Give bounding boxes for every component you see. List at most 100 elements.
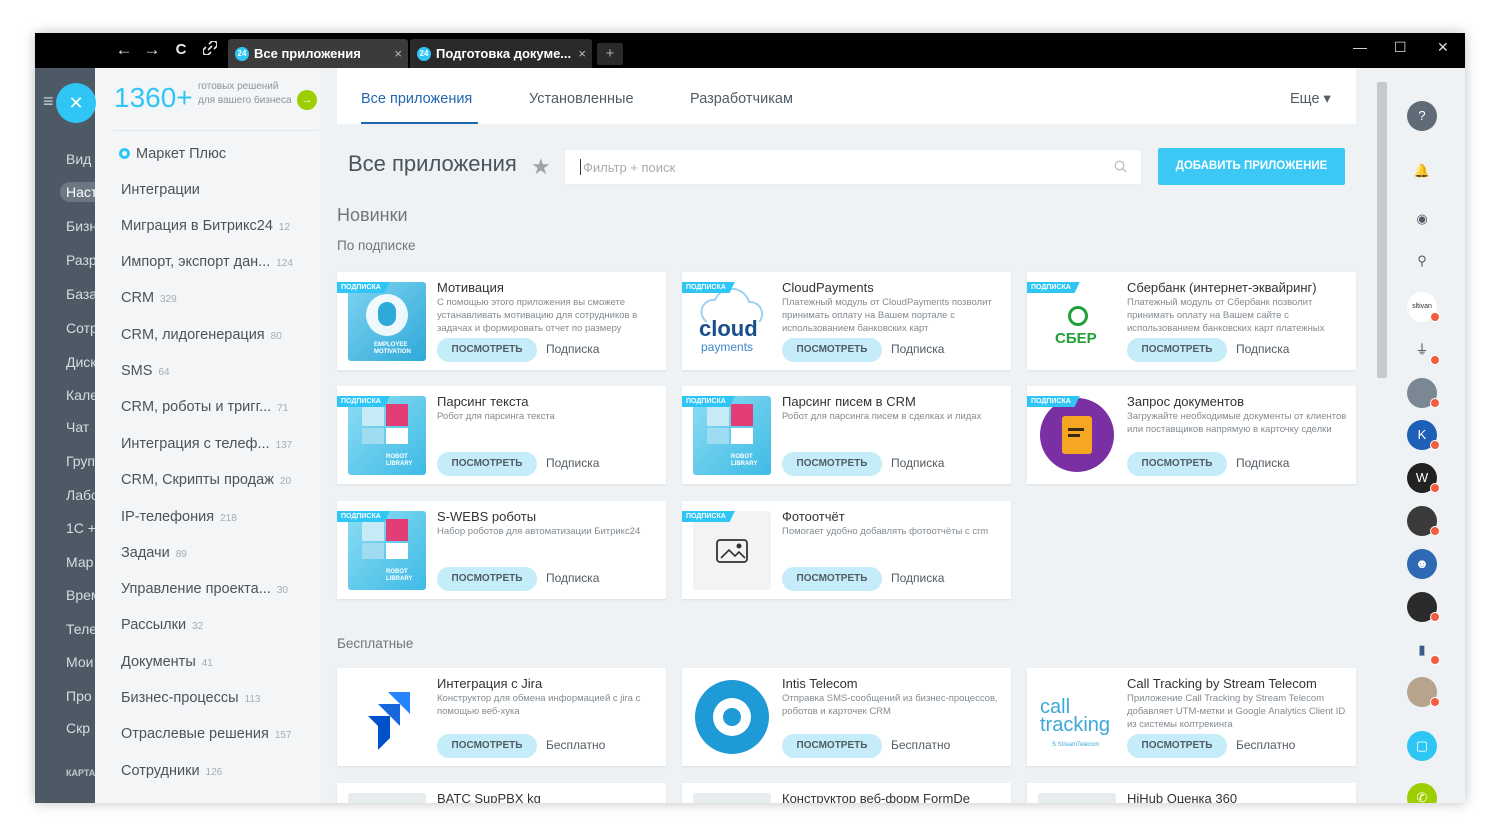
app-card[interactable]: HiHub Оценка 360: [1027, 783, 1356, 803]
app-title[interactable]: CloudPayments: [782, 280, 874, 295]
cloudpayments-logo[interactable]: cloud payments: [693, 282, 771, 361]
robot-library-icon[interactable]: ROBOT LIBRARY: [693, 396, 771, 475]
app-card[interactable]: ПОДПИСКА СБЕР Сбербанк (интернет-эквайринг…: [1027, 272, 1356, 370]
sidebar-category[interactable]: CRM, лидогенерация 80: [121, 327, 282, 343]
view-button[interactable]: ПОСМОТРЕТЬ: [1127, 452, 1227, 476]
leftnav-item[interactable]: Кале: [66, 387, 95, 403]
sidebar-category[interactable]: Интеграция с телеф... 137: [121, 436, 292, 452]
leftnav-item[interactable]: Разр: [66, 252, 95, 268]
app-title[interactable]: Фотоотчёт: [782, 509, 845, 524]
open-lines-icon[interactable]: ▢: [1407, 731, 1437, 761]
app-card[interactable]: BATC SupPBX kg: [337, 783, 666, 803]
robot-library-icon[interactable]: ROBOT LIBRARY: [348, 511, 426, 590]
forward-button[interactable]: →: [141, 41, 163, 59]
app-card[interactable]: ПОДПИСКА ROBOT LIBRARY Парсинг текста Робот…: [337, 386, 666, 484]
sidebar-category[interactable]: Импорт, экспорт дан... 124: [121, 254, 293, 270]
app-card[interactable]: ПОДПИСКА Запрос документов Загружайте необ…: [1027, 386, 1356, 484]
view-button[interactable]: ПОСМОТРЕТЬ: [782, 338, 882, 362]
app-title[interactable]: HiHub Оценка 360: [1127, 791, 1237, 803]
employee-motivation-icon[interactable]: EMPLOYEE MOTIVATION: [348, 282, 426, 361]
sidebar-category[interactable]: Управление проекта... 30: [121, 581, 288, 597]
leftnav-item[interactable]: Мар: [66, 554, 93, 570]
app-card[interactable]: call tracking S StreamTelecom Call Trackin…: [1027, 668, 1356, 766]
leftnav-item[interactable]: База: [66, 286, 95, 302]
help-icon[interactable]: ?: [1407, 101, 1437, 131]
sidebar-category[interactable]: CRM, роботы и тригг... 71: [121, 399, 288, 415]
reload-button[interactable]: C: [170, 41, 192, 59]
sidebar-category[interactable]: CRM 329: [121, 290, 177, 306]
app-icon[interactable]: [348, 793, 426, 803]
sidebar-category[interactable]: CRM, Скрипты продаж 20: [121, 472, 291, 488]
leftnav-map-label[interactable]: КАРТА: [66, 768, 95, 778]
new-tab-button[interactable]: +: [597, 43, 623, 65]
app-title[interactable]: Intis Telecom: [782, 676, 858, 691]
star-icon[interactable]: ★: [531, 154, 551, 180]
view-button[interactable]: ПОСМОТРЕТЬ: [437, 567, 537, 591]
app-title[interactable]: Парсинг писем в CRM: [782, 394, 916, 409]
view-button[interactable]: ПОСМОТРЕТЬ: [437, 452, 537, 476]
view-button[interactable]: ПОСМОТРЕТЬ: [1127, 734, 1227, 758]
robot-library-icon[interactable]: ROBOT LIBRARY: [348, 396, 426, 475]
app-icon[interactable]: [693, 793, 771, 803]
view-button[interactable]: ПОСМОТРЕТЬ: [782, 567, 882, 591]
leftnav-item[interactable]: Вид: [66, 151, 91, 167]
app-title[interactable]: S-WEBS роботы: [437, 509, 536, 524]
app-icon[interactable]: [1038, 793, 1116, 803]
tab-installed[interactable]: Установленные: [529, 91, 634, 107]
photo-report-icon[interactable]: [693, 511, 771, 590]
app-title[interactable]: Запрос документов: [1127, 394, 1244, 409]
sidebar-category[interactable]: Маркет Плюс: [119, 146, 226, 162]
view-button[interactable]: ПОСМОТРЕТЬ: [1127, 338, 1227, 362]
back-button[interactable]: ←: [113, 41, 135, 59]
search-input[interactable]: [580, 159, 1100, 175]
leftnav-item[interactable]: Наст: [60, 182, 95, 202]
view-button[interactable]: ПОСМОТРЕТЬ: [782, 734, 882, 758]
app-card[interactable]: ПОДПИСКА EMPLOYEE MOTIVATION Мотивация С по…: [337, 272, 666, 370]
sber-logo[interactable]: СБЕР: [1038, 282, 1116, 361]
close-slider-button[interactable]: ✕: [56, 83, 96, 123]
sidebar-category[interactable]: Интеграции: [121, 182, 200, 198]
bell-icon[interactable]: 🔔: [1407, 156, 1437, 186]
app-title[interactable]: BATC SupPBX kg: [437, 791, 541, 803]
leftnav-item[interactable]: Лабо: [66, 487, 95, 503]
app-title[interactable]: Сбербанк (интернет-эквайринг): [1127, 280, 1317, 295]
app-card[interactable]: ПОДПИСКА ROBOT LIBRARY S-WEBS роботы Набор …: [337, 501, 666, 599]
app-title[interactable]: Мотивация: [437, 280, 504, 295]
tab-all-apps[interactable]: 24 Все приложения ×: [228, 39, 408, 68]
tab-close-icon[interactable]: ×: [578, 39, 586, 68]
search-icon[interactable]: ⚲: [1407, 246, 1437, 276]
main-scrollbar[interactable]: [1373, 68, 1391, 803]
group-chat-icon[interactable]: ☻: [1407, 549, 1437, 579]
search-icon[interactable]: [1114, 160, 1127, 173]
intis-logo[interactable]: [693, 678, 771, 757]
close-window-button[interactable]: ✕: [1437, 39, 1449, 56]
app-card[interactable]: ПОДПИСКА Фотоотчёт Помогает удобно добавля…: [682, 501, 1011, 599]
app-card[interactable]: ПОДПИСКА ROBOT LIBRARY Парсинг писем в CRM…: [682, 386, 1011, 484]
leftnav-item[interactable]: Теле: [66, 621, 95, 637]
link-icon[interactable]: [199, 40, 221, 60]
leftnav-item[interactable]: Чат: [66, 419, 89, 435]
leftnav-item[interactable]: Сотр: [66, 320, 95, 336]
document-request-icon[interactable]: [1038, 396, 1116, 475]
app-card[interactable]: Интеграция с Jira Конструктор для обмена …: [337, 668, 666, 766]
sidebar-category[interactable]: Рассылки 32: [121, 617, 203, 633]
sidebar-category[interactable]: Миграция в Битрикс24 12: [121, 218, 290, 234]
tab-document-preparation[interactable]: 24 Подготовка докуме... ×: [410, 39, 592, 68]
view-button[interactable]: ПОСМОТРЕТЬ: [782, 452, 882, 476]
sidebar-category[interactable]: Документы 41: [121, 654, 213, 670]
app-card[interactable]: Конструктор веб-форм FormDe: [682, 783, 1011, 803]
scrollbar-thumb[interactable]: [1377, 82, 1387, 378]
app-title[interactable]: Конструктор веб-форм FormDe: [782, 791, 970, 803]
view-button[interactable]: ПОСМОТРЕТЬ: [437, 338, 537, 362]
maximize-button[interactable]: ☐: [1394, 39, 1407, 56]
sidebar-category[interactable]: IP-телефония 218: [121, 509, 237, 525]
app-title[interactable]: Call Tracking by Stream Telecom: [1127, 676, 1317, 691]
menu-icon[interactable]: ≡: [43, 91, 54, 112]
app-title[interactable]: Интеграция с Jira: [437, 676, 542, 691]
sidebar-category[interactable]: Бизнес-процессы 113: [121, 690, 260, 706]
view-button[interactable]: ПОСМОТРЕТЬ: [437, 734, 537, 758]
calltracking-logo[interactable]: call tracking S StreamTelecom: [1038, 678, 1116, 757]
app-card[interactable]: Intis Telecom Отправка SMS-сообщений из б…: [682, 668, 1011, 766]
leftnav-item[interactable]: Скр: [66, 720, 90, 736]
app-title[interactable]: Парсинг текста: [437, 394, 529, 409]
